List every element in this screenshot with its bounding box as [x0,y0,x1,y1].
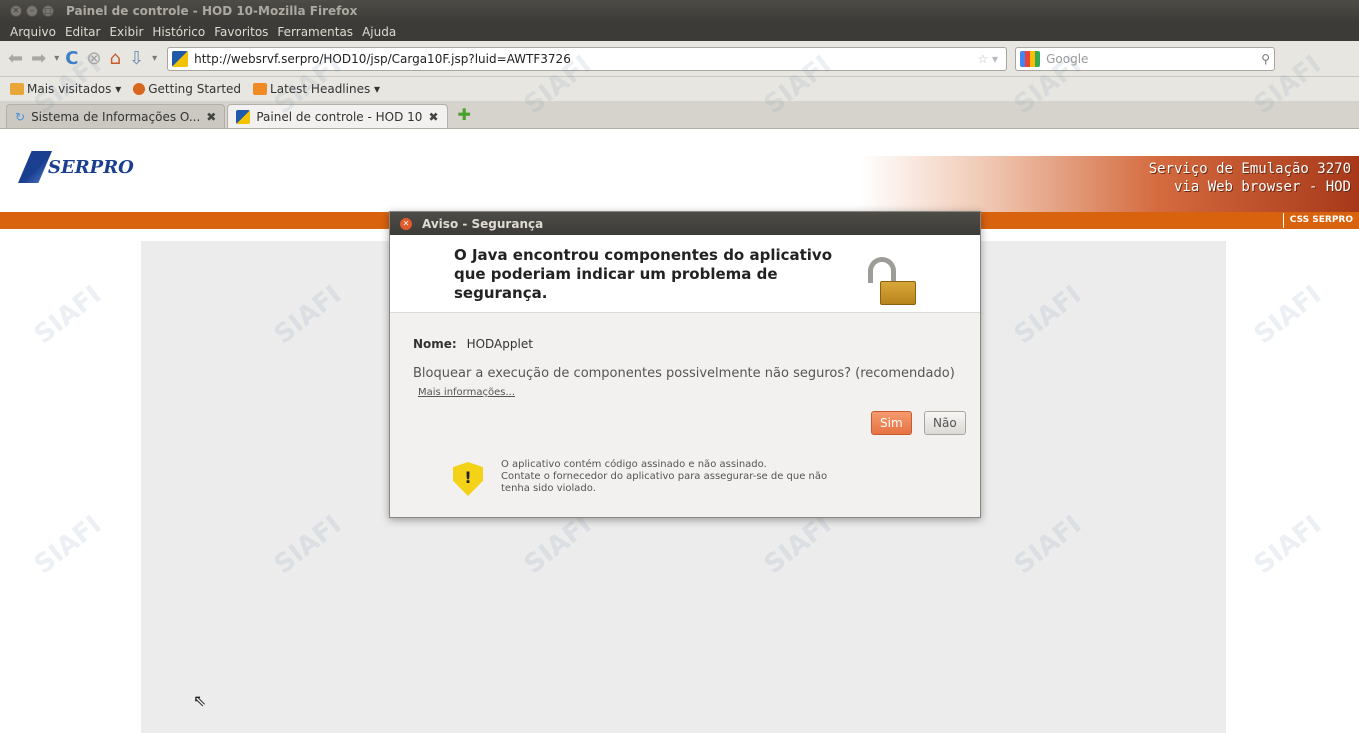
url-text: http://websrvf.serpro/HOD10/jsp/Carga10F… [194,51,571,66]
banner-line-1: Serviço de Emulação 3270 [1148,161,1351,177]
security-warning-dialog: ✕ Aviso - Segurança O Java encontrou com… [389,211,981,518]
padlock-body [880,281,916,305]
stop-icon[interactable]: ⊗ [86,48,101,69]
menu-ajuda[interactable]: Ajuda [362,25,396,39]
menu-historico[interactable]: Histórico [152,25,205,39]
banner-title: Serviço de Emulação 3270 via Web browser… [1149,160,1351,196]
search-icon[interactable]: ⚲ [1261,52,1270,66]
menu-ferramentas[interactable]: Ferramentas [277,25,353,39]
tab-label: Painel de controle - HOD 10 [256,109,423,124]
serpro-logo-mark-icon [18,151,52,183]
menu-bar: Arquivo Editar Exibir Histórico Favorito… [0,22,1359,41]
tab-painel-controle[interactable]: Painel de controle - HOD 10 ✖ [227,104,448,128]
bookmark-label: Getting Started [148,82,242,96]
mouse-cursor-icon: ⇖ [193,691,207,710]
warning-line-2: Contate o fornecedor do aplicativo para … [501,471,828,482]
window-controls: ✕ – □ [10,5,54,17]
name-value: HODApplet [466,337,533,351]
dialog-heading: O Java encontrou componentes do aplicati… [454,246,833,302]
tab-sistema-informacoes[interactable]: ↻ Sistema de Informações O... ✖ [6,104,226,128]
site-favicon-icon [172,50,189,67]
bookmarks-bar: Mais visitados ▾ Getting Started Latest … [0,77,1359,101]
applet-name-row: Nome: HODApplet [413,337,533,351]
navigation-toolbar: ⬅ ➡ ▾ C ⊗ ⌂ ⇩ ▾ http://websrvf.serpro/HO… [0,41,1359,77]
bookmark-label: Latest Headlines ▾ [270,82,381,96]
tab-bar: ↻ Sistema de Informações O... ✖ Painel d… [0,101,1359,129]
window-minimize-icon[interactable]: – [26,5,38,17]
downloads-dropdown-icon[interactable]: ▾ [152,53,157,64]
new-tab-plus-icon[interactable]: ✚ [458,105,471,124]
tab-favicon-icon [236,109,251,124]
serpro-logo-text: SERPRO [48,156,134,178]
google-icon[interactable] [1020,50,1041,67]
history-dropdown-icon[interactable]: ▾ [54,53,59,64]
dialog-title: Aviso - Segurança [422,216,544,231]
firefox-icon [133,83,146,95]
menu-exibir[interactable]: Exibir [109,25,143,39]
search-placeholder: Google [1046,51,1089,66]
folder-icon [10,83,24,95]
warning-line-1: O aplicativo contém código assinado e nã… [501,459,767,470]
warning-shield-icon: ! [453,462,483,496]
dialog-body: Nome: HODApplet Bloquear a execução de c… [390,313,980,518]
menu-editar[interactable]: Editar [65,25,101,39]
reload-icon[interactable]: C [65,48,78,69]
bookmark-star-icon[interactable]: ☆ ▾ [977,52,998,66]
serpro-logo: SERPRO [18,151,134,183]
no-button[interactable]: Não [924,411,966,435]
back-arrow-icon[interactable]: ⬅ [8,48,23,69]
bookmark-latest-headlines[interactable]: Latest Headlines ▾ [253,82,380,96]
banner-line-2: via Web browser - HOD [1173,179,1351,195]
dialog-close-icon[interactable]: ✕ [400,217,412,230]
close-tab-icon[interactable]: ✖ [428,110,438,124]
block-question: Bloquear a execução de componentes possi… [413,366,955,381]
bookmark-most-visited[interactable]: Mais visitados ▾ [10,82,121,96]
home-icon[interactable]: ⌂ [110,48,121,69]
bookmark-getting-started[interactable]: Getting Started [133,82,241,96]
rss-icon [253,83,268,95]
loading-icon: ↻ [15,109,26,124]
open-padlock-icon [868,257,918,309]
page-banner: SERPRO Serviço de Emulação 3270 via Web … [0,129,1359,212]
warning-line-3: tenha sido violado. [501,483,596,494]
padlock-shackle [868,257,896,283]
window-titlebar: ✕ – □ Painel de controle - HOD 10-Mozill… [0,0,1359,22]
warning-message: O aplicativo contém código assinado e nã… [501,459,921,495]
dialog-header: O Java encontrou componentes do aplicati… [390,235,980,313]
downloads-icon[interactable]: ⇩ [129,48,144,69]
bookmark-label: Mais visitados ▾ [27,82,122,96]
search-bar[interactable]: Google ⚲ [1015,46,1276,71]
window-maximize-icon[interactable]: □ [42,5,54,17]
forward-arrow-icon[interactable]: ➡ [31,48,46,69]
tab-label: Sistema de Informações O... [31,109,201,124]
menu-favoritos[interactable]: Favoritos [214,25,268,39]
window-title: Painel de controle - HOD 10-Mozilla Fire… [66,4,358,18]
css-serpro-tag: CSS SERPRO [1282,213,1359,228]
window-close-icon[interactable]: ✕ [10,5,22,17]
yes-button[interactable]: Sim [871,411,912,435]
menu-arquivo[interactable]: Arquivo [10,25,56,39]
name-label: Nome: [413,337,457,351]
url-bar[interactable]: http://websrvf.serpro/HOD10/jsp/Carga10F… [167,46,1008,71]
close-tab-icon[interactable]: ✖ [206,110,216,124]
dialog-titlebar: ✕ Aviso - Segurança [390,212,980,235]
more-info-link[interactable]: Mais informações... [418,387,515,398]
